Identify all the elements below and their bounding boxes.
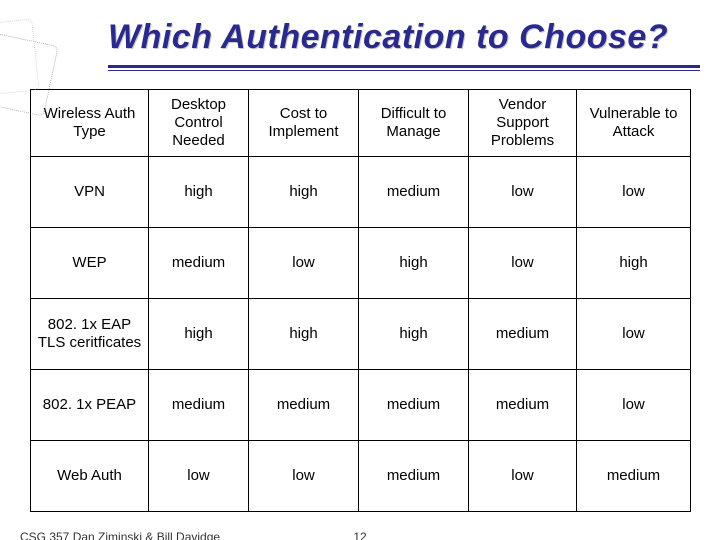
table-cell: low — [577, 157, 691, 228]
page-number: 12 — [353, 530, 366, 540]
table-cell: medium — [149, 228, 249, 299]
table-cell: Web Auth — [31, 441, 149, 512]
table-cell: VPN — [31, 157, 149, 228]
table-cell: high — [149, 157, 249, 228]
table-row: VPNhighhighmediumlowlow — [31, 157, 691, 228]
table-cell: medium — [359, 157, 469, 228]
slide-container: Which Authentication to Choose? Wireless… — [0, 18, 720, 540]
table-cell: high — [359, 228, 469, 299]
table-cell: low — [469, 157, 577, 228]
table-cell: low — [577, 299, 691, 370]
table-cell: medium — [359, 441, 469, 512]
slide-title: Which Authentication to Choose? — [108, 18, 700, 57]
table-row: WEPmediumlowhighlowhigh — [31, 228, 691, 299]
col-auth-type: Wireless Auth Type — [31, 90, 149, 157]
table-cell: 802. 1x PEAP — [31, 370, 149, 441]
col-vulnerable: Vulnerable to Attack — [577, 90, 691, 157]
table-cell: low — [249, 441, 359, 512]
table-cell: low — [249, 228, 359, 299]
table-cell: low — [469, 441, 577, 512]
col-difficult: Difficult to Manage — [359, 90, 469, 157]
table-row: 802. 1x PEAPmediummediummediummediumlow — [31, 370, 691, 441]
table-cell: low — [577, 370, 691, 441]
slide-footer: CSG 357 Dan Ziminski & Bill Davidge — [20, 530, 220, 540]
table-body: VPNhighhighmediumlowlowWEPmediumlowhighl… — [31, 157, 691, 512]
title-underline — [20, 65, 700, 71]
table-cell: high — [249, 157, 359, 228]
table-cell: medium — [469, 299, 577, 370]
table-row: Web Authlowlowmediumlowmedium — [31, 441, 691, 512]
table-cell: high — [577, 228, 691, 299]
auth-comparison-table: Wireless Auth Type Desktop Control Neede… — [30, 89, 691, 512]
table-cell: high — [149, 299, 249, 370]
col-desktop-control: Desktop Control Needed — [149, 90, 249, 157]
table-cell: high — [249, 299, 359, 370]
table-cell: medium — [469, 370, 577, 441]
table-cell: low — [469, 228, 577, 299]
table-cell: 802. 1x EAP TLS ceritficates — [31, 299, 149, 370]
table-cell: medium — [249, 370, 359, 441]
col-cost: Cost to Implement — [249, 90, 359, 157]
table-header-row: Wireless Auth Type Desktop Control Neede… — [31, 90, 691, 157]
table-cell: high — [359, 299, 469, 370]
table-row: 802. 1x EAP TLS ceritficateshighhighhigh… — [31, 299, 691, 370]
table-cell: medium — [359, 370, 469, 441]
table-cell: medium — [577, 441, 691, 512]
table-cell: medium — [149, 370, 249, 441]
table-cell: WEP — [31, 228, 149, 299]
table-cell: low — [149, 441, 249, 512]
col-vendor: Vendor Support Problems — [469, 90, 577, 157]
